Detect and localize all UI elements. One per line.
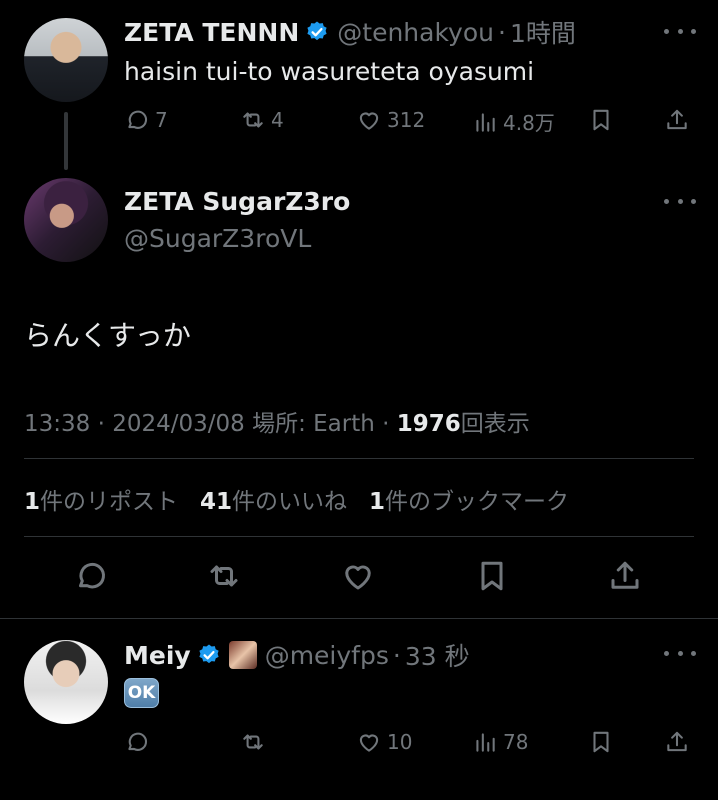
repost-count: 4 xyxy=(271,108,284,132)
reply-author-name[interactable]: Meiy xyxy=(124,641,191,670)
main-tweet-timestamp[interactable]: 13:38 · 2024/03/08 場所: Earth · xyxy=(24,411,397,437)
reply-icon xyxy=(79,562,105,589)
separator-dot: · xyxy=(392,640,401,670)
divider xyxy=(24,536,694,537)
reply-handle[interactable]: @meiyfps xyxy=(265,641,389,670)
views-count: 4.8万 xyxy=(503,111,555,135)
reply-button[interactable] xyxy=(73,558,109,598)
thread-connector xyxy=(64,112,68,170)
bookmark-icon xyxy=(593,109,609,131)
like-count: 312 xyxy=(387,108,426,132)
reposts-stat[interactable]: 1件のリポスト xyxy=(24,489,178,515)
main-author-name[interactable]: ZETA SugarZ3ro xyxy=(124,187,350,216)
views-icon xyxy=(476,112,495,132)
likes-stat-label: 件のいいね xyxy=(232,489,348,515)
reposts-stat-label: 件のリポスト xyxy=(40,489,179,515)
share-button[interactable] xyxy=(664,107,690,133)
avatar-meiy[interactable] xyxy=(24,640,108,724)
reply-button[interactable] xyxy=(124,729,150,755)
like-count: 10 xyxy=(387,730,413,754)
main-author-name-row: ZETA SugarZ3ro xyxy=(124,187,350,216)
views-button[interactable]: 4.8万 xyxy=(472,107,555,136)
main-tweet-stats: 1件のリポスト 41件のいいね 1件のブックマーク xyxy=(24,482,569,516)
views-count: 78 xyxy=(503,730,529,754)
avatar-zeta-tennn[interactable] xyxy=(24,18,108,102)
bookmark-button[interactable] xyxy=(588,107,614,133)
separator-dot: · xyxy=(498,17,506,47)
ok-button-emoji: OK xyxy=(124,678,159,708)
tweet1-header: ZETA TENNN @tenhakyou · 1時間 xyxy=(124,14,576,50)
like-icon xyxy=(359,734,379,752)
reply-button[interactable]: 7 xyxy=(124,107,168,133)
repost-icon xyxy=(243,734,263,750)
share-button[interactable] xyxy=(607,558,643,598)
share-icon xyxy=(667,109,687,130)
reply-header: Meiy @meiyfps · 33 秒 xyxy=(124,637,470,673)
like-button[interactable] xyxy=(340,558,376,598)
like-button[interactable]: 312 xyxy=(356,107,425,133)
main-handle-row: @SugarZ3roVL xyxy=(124,224,311,253)
main-tweet-meta: 13:38 · 2024/03/08 場所: Earth · 1976回表示 xyxy=(24,404,530,438)
main-views-label: 回表示 xyxy=(460,411,530,437)
share-button[interactable] xyxy=(664,729,690,755)
share-icon xyxy=(611,561,639,589)
like-icon xyxy=(359,112,379,130)
affiliate-badge-icon[interactable] xyxy=(228,641,257,669)
share-icon xyxy=(667,731,687,752)
reposts-stat-count: 1 xyxy=(24,489,41,515)
repost-button[interactable] xyxy=(240,729,266,755)
reply-icon xyxy=(128,110,148,129)
verified-icon xyxy=(307,21,327,41)
bookmark-icon xyxy=(593,731,609,753)
bookmarks-stat-label: 件のブックマーク xyxy=(385,489,570,515)
repost-button[interactable] xyxy=(206,558,242,598)
more-icon[interactable] xyxy=(664,26,696,36)
bookmark-button[interactable] xyxy=(474,558,510,598)
tweet1-author-name[interactable]: ZETA TENNN xyxy=(124,18,299,47)
like-icon xyxy=(345,565,371,590)
views-button[interactable]: 78 xyxy=(472,729,528,755)
tweet1-time[interactable]: 1時間 xyxy=(510,14,576,50)
reply-icon xyxy=(128,732,148,751)
main-tweet-text: らんくすっか xyxy=(24,319,191,352)
main-author-handle[interactable]: @SugarZ3roVL xyxy=(124,224,311,253)
bookmarks-stat-count: 1 xyxy=(369,489,386,515)
tweet1-handle[interactable]: @tenhakyou xyxy=(337,18,494,47)
likes-stat[interactable]: 41件のいいね xyxy=(200,489,347,515)
reply-count: 7 xyxy=(155,108,168,132)
avatar-zeta-sugarz3ro[interactable] xyxy=(24,178,108,262)
more-icon[interactable] xyxy=(664,648,696,658)
more-icon[interactable] xyxy=(664,196,696,206)
repost-icon xyxy=(210,565,238,587)
repost-icon xyxy=(243,112,263,128)
likes-stat-count: 41 xyxy=(200,489,233,515)
tweet1-text: haisin tui-to wasureteta oyasumi xyxy=(124,57,535,86)
reply-time[interactable]: 33 秒 xyxy=(405,637,470,673)
divider xyxy=(0,618,718,619)
like-button[interactable]: 10 xyxy=(356,729,412,755)
divider xyxy=(24,458,694,459)
bookmark-button[interactable] xyxy=(588,729,614,755)
views-icon xyxy=(476,733,495,752)
verified-icon xyxy=(199,644,219,664)
bookmark-icon xyxy=(481,561,503,591)
bookmarks-stat[interactable]: 1件のブックマーク xyxy=(369,489,569,515)
main-views-count: 1976 xyxy=(396,411,461,437)
repost-button[interactable]: 4 xyxy=(240,107,284,133)
